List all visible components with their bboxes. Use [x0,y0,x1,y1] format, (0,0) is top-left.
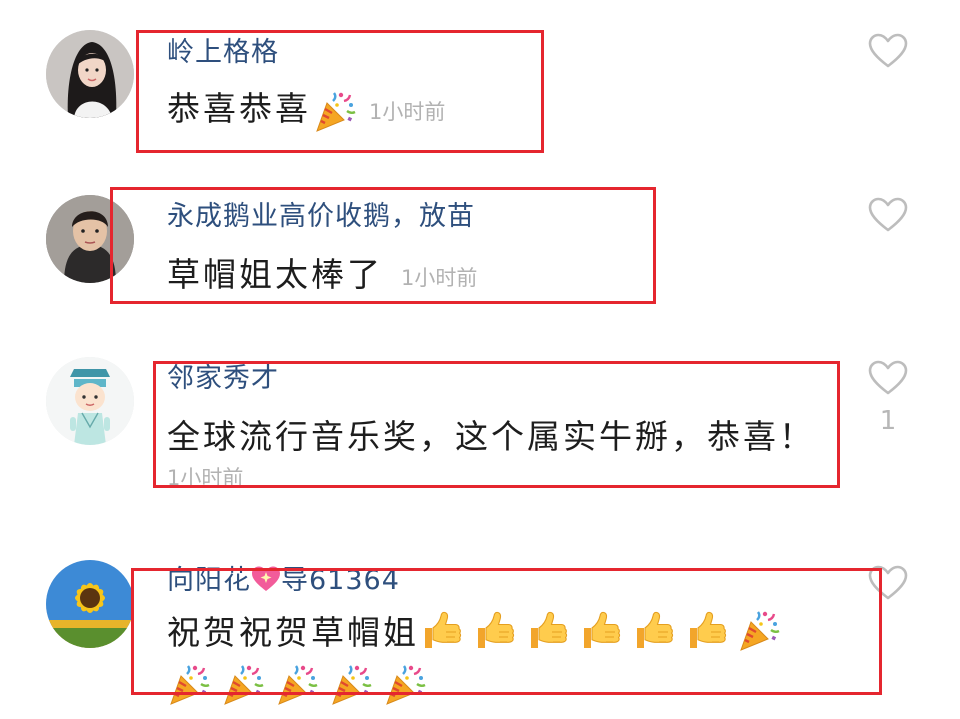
thumbs-up-icon [631,608,675,652]
avatar-scholar-cartoon-icon [46,357,134,445]
party-popper-icon [221,662,265,706]
comment-time: 1小时前 [401,265,478,290]
party-popper-icon [383,662,427,706]
party-popper-icon [167,662,211,706]
party-popper-icon [737,608,781,652]
comment-text-row: 草帽姐太棒了 1小时前 [167,248,477,296]
comment-username[interactable]: 永成鹅业高价收鹅，放苗 [167,194,475,233]
thumbs-up-icon [525,608,569,652]
comment-time: 1小时前 [369,99,446,124]
like-heart-icon[interactable] [868,565,908,601]
emoji-row [167,662,437,706]
party-popper-icon [329,662,373,706]
username-prefix: 向阳花 [167,565,251,596]
like-heart-icon[interactable] [868,360,908,396]
party-popper-icon [275,662,319,706]
user-avatar[interactable] [46,30,134,118]
username-suffix: 导61364 [281,565,400,596]
comment-time: 1小时前 [167,466,244,490]
party-popper-icon [313,89,357,133]
thumbs-up-icon [472,608,516,652]
thumbs-up-icon [419,608,463,652]
comment-username[interactable]: 邻家秀才 [167,356,279,395]
avatar-woman-photo-icon [46,30,134,118]
comment-username[interactable]: 岭上格格 [167,30,279,69]
thumbs-up-icon [684,608,728,652]
sparkling-heart-icon [251,565,281,593]
avatar-man-photo-icon [46,195,134,283]
comment-text-row: 恭喜恭喜 1小时前 [167,82,445,133]
like-heart-icon[interactable] [868,197,908,233]
thumbs-up-icon [578,608,622,652]
comment-text: 全球流行音乐奖，这个属实牛掰，恭喜！ [167,417,815,456]
comment-text: 恭喜恭喜 [167,89,311,128]
comment-username[interactable]: 向阳花 导61364 [167,558,400,597]
user-avatar[interactable] [46,195,134,283]
comment-text: 祝贺祝贺草帽姐 [167,613,419,652]
user-avatar[interactable] [46,560,134,648]
avatar-sunflower-photo-icon [46,560,134,648]
comment-text: 草帽姐太棒了 [167,255,383,294]
user-avatar[interactable] [46,357,134,445]
like-count: 1 [879,406,897,436]
like-heart-icon[interactable] [868,33,908,69]
comment-text-row: 祝贺祝贺草帽姐 [167,606,791,654]
